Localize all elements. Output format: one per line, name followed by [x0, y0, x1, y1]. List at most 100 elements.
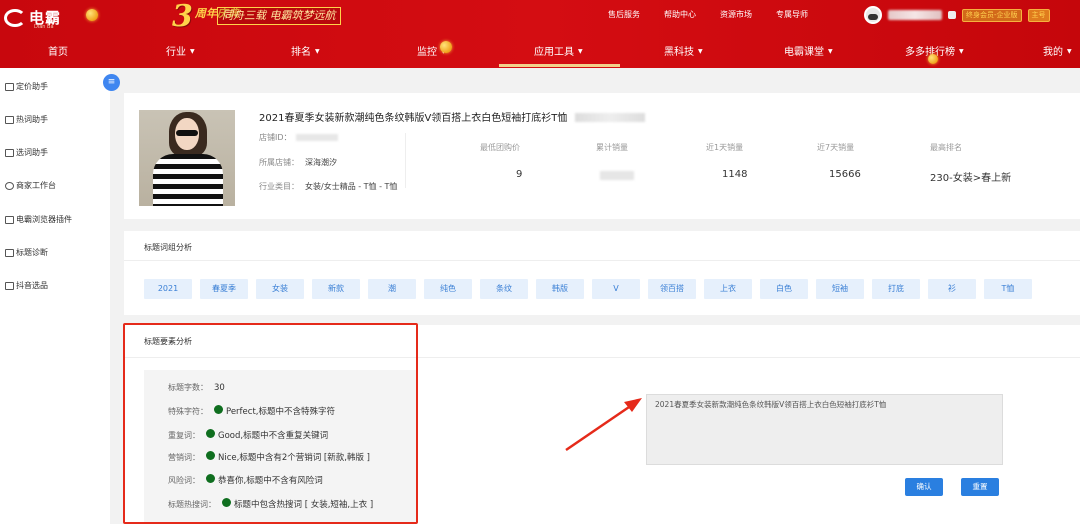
confirm-button[interactable]: 确认 [905, 478, 943, 496]
nav-classroom-label: 电霸课堂 [784, 47, 824, 58]
stat-label-total-sales: 累计销量 [596, 143, 628, 152]
word-tag[interactable]: 潮 [368, 279, 416, 299]
stat-label-7day-sales: 近7天销量 [817, 143, 855, 152]
word-tag[interactable]: 短袖 [816, 279, 864, 299]
word-tag[interactable]: 纯色 [424, 279, 472, 299]
top-links: 售后服务 帮助中心 资源市场 专属导师 [608, 9, 808, 20]
main-nav: 首页 行业▼ 排名▼ 监控▼ 应用工具▼ 黑科技▼ 电霸课堂▼ 多多排行榜▼ 我… [0, 35, 1080, 68]
shop-row: 所属店铺： 深海潮汐 [259, 157, 337, 168]
calculator-icon [5, 82, 14, 91]
reset-button[interactable]: 重置 [961, 478, 999, 496]
document-icon [5, 115, 14, 124]
product-title-text: 2021春夏季女装新款潮纯色条纹韩版V领百搭上衣白色短袖打底衫T恤 [259, 113, 568, 124]
nav-app-tools[interactable]: 应用工具 ▼ [534, 43, 583, 58]
top-link-market[interactable]: 资源市场 [720, 9, 752, 20]
top-header: 电霸 Dian Ba 3 周年庆典 同舟三载 电霸筑梦远航 售后服务 帮助中心 … [0, 0, 1080, 68]
chevron-down-icon: ▼ [1067, 48, 1072, 55]
word-tag[interactable]: 衫 [928, 279, 976, 299]
username-redacted [888, 10, 942, 20]
nav-industry[interactable]: 行业 ▼ [166, 43, 195, 58]
category-label: 行业类目： [259, 182, 299, 191]
nav-black-tech-label: 黑科技 [664, 47, 694, 58]
sidebar-item-label: 热词助手 [16, 115, 48, 124]
sidebar-item-title-diagnosis[interactable]: 标题诊断 [5, 247, 48, 258]
shop-id-label: 店铺ID： [259, 133, 292, 142]
active-nav-indicator [499, 64, 620, 67]
coin-icon [86, 9, 98, 21]
user-area[interactable]: 终身会员-企业版 主号 [864, 6, 1050, 24]
nav-classroom[interactable]: 电霸课堂 ▼ [784, 43, 833, 58]
title-words-heading: 标题词组分析 [144, 243, 192, 252]
sidebar-item-label: 定价助手 [16, 82, 48, 91]
shop-label: 所属店铺： [259, 158, 299, 167]
word-tag[interactable]: 女装 [256, 279, 304, 299]
nav-industry-label: 行业 [166, 47, 186, 58]
product-image [139, 110, 235, 206]
sidebar-item-label: 商家工作台 [16, 181, 56, 190]
word-tag[interactable]: 条纹 [480, 279, 528, 299]
word-tag[interactable]: T恤 [984, 279, 1032, 299]
nav-monitor-label: 监控 [417, 47, 437, 58]
category-row: 行业类目： 女装/女士精品 - T恤 - T恤 [259, 181, 397, 192]
logo[interactable]: 电霸 Dian Ba [4, 7, 61, 30]
nav-app-tools-label: 应用工具 [534, 47, 574, 58]
shop-id-row: 店铺ID： [259, 132, 338, 143]
word-tag[interactable]: 春夏季 [200, 279, 248, 299]
sidebar-item-douyin-picker[interactable]: 抖音选品 [5, 280, 48, 291]
nav-ranking[interactable]: 排名 ▼ [291, 43, 320, 58]
chevron-down-icon: ▼ [959, 48, 964, 55]
top-link-after-sales[interactable]: 售后服务 [608, 9, 640, 20]
sidebar-item-word-picker[interactable]: 选词助手 [5, 147, 48, 158]
sidebar-item-label: 抖音选品 [16, 281, 48, 290]
nav-black-tech[interactable]: 黑科技 ▼ [664, 43, 703, 58]
chevron-down-icon: ▼ [190, 48, 195, 55]
document-icon [5, 148, 14, 157]
category-value: 女装/女士精品 - T恤 - T恤 [305, 182, 398, 191]
top-link-help[interactable]: 帮助中心 [664, 9, 696, 20]
top-link-mentor[interactable]: 专属导师 [776, 9, 808, 20]
stat-value-top-rank: 230-女装>春上新 [930, 173, 1012, 184]
nav-ranking-label: 排名 [291, 47, 311, 58]
word-tag[interactable]: 白色 [760, 279, 808, 299]
anniversary-number: 3 [172, 0, 193, 34]
nav-mine-label: 我的 [1043, 47, 1063, 58]
nav-mine[interactable]: 我的 ▼ [1043, 43, 1072, 58]
stat-value-total-sales-redacted [600, 171, 634, 180]
sidebar-item-hotwords[interactable]: 热词助手 [5, 114, 48, 125]
header-top-bar: 电霸 Dian Ba 3 周年庆典 同舟三载 电霸筑梦远航 售后服务 帮助中心 … [0, 0, 1080, 32]
title-words-panel: 标题词组分析 2021 春夏季 女装 新款 潮 纯色 条纹 韩版 V 领百搭 上… [124, 231, 1080, 315]
word-tag[interactable]: 打底 [872, 279, 920, 299]
shop-id-redacted [295, 134, 338, 141]
divider [405, 133, 406, 188]
sidebar-item-pricing[interactable]: 定价助手 [5, 81, 48, 92]
word-tag[interactable]: 新款 [312, 279, 360, 299]
sidebar: 定价助手 热词助手 选词助手 商家工作台 电霸浏览器插件 标题诊断 抖音选品 [0, 68, 110, 524]
product-panel: 2021春夏季女装新款潮纯色条纹韩版V领百搭上衣白色短袖打底衫T恤 店铺ID： … [124, 93, 1080, 219]
logo-subtext: Dian Ba [34, 24, 54, 30]
word-tag[interactable]: 上衣 [704, 279, 752, 299]
avatar[interactable] [864, 6, 882, 24]
chart-icon [5, 248, 14, 257]
sidebar-item-browser-plugin[interactable]: 电霸浏览器插件 [5, 214, 72, 225]
sidebar-item-label: 电霸浏览器插件 [16, 215, 72, 224]
stat-label-1day-sales: 近1天销量 [706, 143, 744, 152]
word-tag[interactable]: 韩版 [536, 279, 584, 299]
member-badge: 终身会员-企业版 [962, 8, 1022, 22]
grid-icon [5, 215, 14, 224]
word-tag[interactable]: 领百搭 [648, 279, 696, 299]
word-tag[interactable]: V [592, 279, 640, 299]
sidebar-item-label: 选词助手 [16, 148, 48, 157]
search-icon [5, 181, 14, 190]
sidebar-item-merchant-workbench[interactable]: 商家工作台 [5, 180, 56, 191]
product-title: 2021春夏季女装新款潮纯色条纹韩版V领百搭上衣白色短袖打底衫T恤 [259, 109, 646, 124]
chevron-down-icon: ▼ [315, 48, 320, 55]
sidebar-collapse-button[interactable]: ≡ [103, 74, 120, 91]
chevron-down-icon: ▼ [698, 48, 703, 55]
title-input[interactable]: 2021春夏季女装新款潮纯色条纹韩版V领百搭上衣白色短袖打底衫T恤 [646, 394, 1003, 465]
word-tag[interactable]: 2021 [144, 279, 192, 299]
menu-icon: ≡ [107, 77, 116, 87]
word-tag-list: 2021 春夏季 女装 新款 潮 纯色 条纹 韩版 V 领百搭 上衣 白色 短袖… [144, 279, 1032, 299]
stat-value-1day-sales: 1148 [722, 169, 748, 180]
stat-value-7day-sales: 15666 [829, 169, 861, 180]
nav-home[interactable]: 首页 [48, 43, 68, 58]
